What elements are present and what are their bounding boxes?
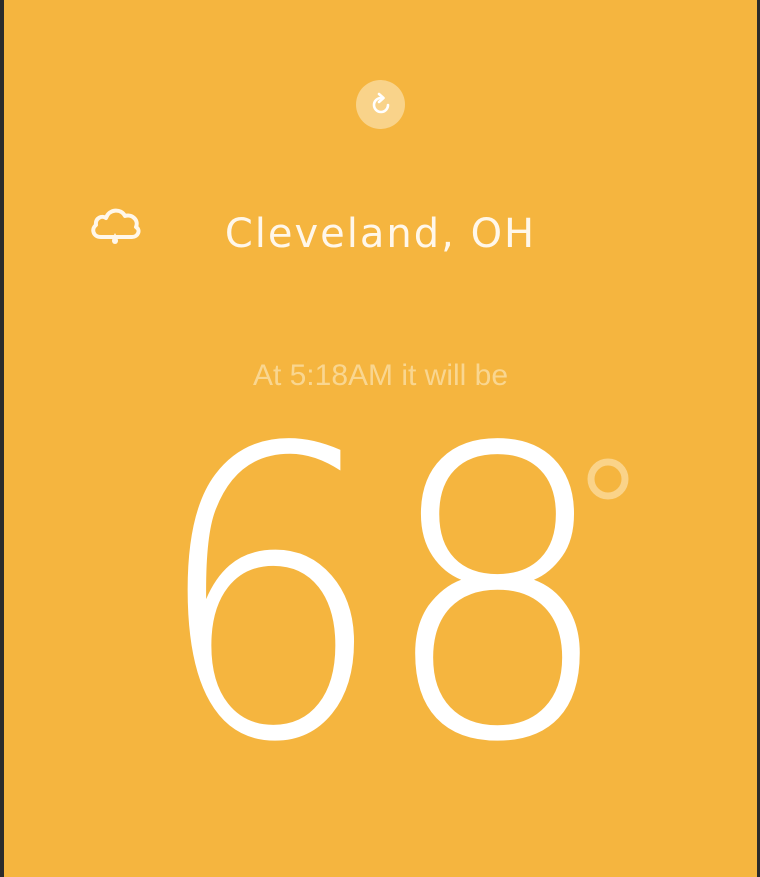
temperature-value: 68 [4, 388, 757, 808]
degree-icon [587, 458, 629, 500]
weather-screen: Cleveland, OH At 5:18AM it will be 68 [4, 0, 757, 877]
cloud-rain-icon [91, 208, 141, 244]
app-window: Cleveland, OH At 5:18AM it will be 68 [0, 0, 760, 877]
city-name: Cleveland, OH [224, 211, 537, 257]
refresh-button[interactable] [356, 80, 405, 129]
refresh-icon [372, 92, 389, 113]
temperature-digits: 68 [151, 365, 615, 830]
